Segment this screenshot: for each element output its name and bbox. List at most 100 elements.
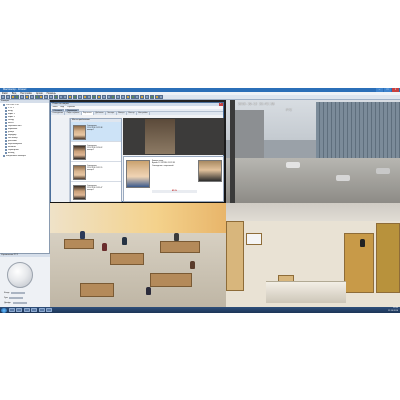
server-icon: [3, 155, 6, 157]
toolbar-tool-icon[interactable]: [68, 95, 73, 99]
toolbar-tool-icon[interactable]: [149, 95, 154, 99]
toolbar-tool-icon[interactable]: [20, 95, 25, 99]
camera-view-street[interactable]: 2016-10-12 23:45:38 PTZ: [226, 100, 400, 203]
toolbar-tool-icon[interactable]: [130, 95, 135, 99]
toolbar-tool-icon[interactable]: [5, 95, 10, 99]
match-score: 85 %: [152, 190, 197, 193]
toolbar-tool-icon[interactable]: [53, 95, 58, 99]
toolbar-tool-icon[interactable]: [96, 95, 101, 99]
match-list-item[interactable]: Совпадение 12.10.2016 11:22:38 камера 1: [71, 122, 121, 142]
close-button[interactable]: ×: [392, 88, 399, 92]
camera-icon: [5, 116, 8, 118]
scene-car: [336, 175, 350, 181]
camera-icon: [5, 143, 8, 145]
toolbar-tool-icon[interactable]: [72, 95, 77, 99]
taskbar-app-icon[interactable]: [16, 307, 22, 313]
reference-face-image: [198, 160, 222, 182]
toolbar-tool-icon[interactable]: [15, 95, 20, 99]
face-tab[interactable]: Добавить: [94, 111, 106, 115]
toolbar-tool-icon[interactable]: [82, 95, 87, 99]
toolbar-tool-icon[interactable]: [48, 95, 53, 99]
camera-view-office[interactable]: [50, 203, 226, 307]
taskbar-app-icon[interactable]: [23, 307, 30, 313]
ptz-focus-row[interactable]: Фокус: [4, 292, 26, 294]
scene-shelf: [376, 223, 400, 293]
preview-scene: [145, 119, 175, 154]
camera-icon: [5, 128, 8, 130]
camera-icon: [5, 110, 8, 112]
tree-item[interactable]: Избранные камеры: [2, 155, 49, 158]
toolbar-tool-icon[interactable]: [135, 95, 140, 99]
ptz-iris-label: Диафр.: [4, 302, 12, 304]
taskbar-app-icon[interactable]: [46, 307, 52, 313]
match-list: Места пребывания Совпадение 12.10.2016 11…: [70, 118, 122, 202]
match-meta: Совпадение 12.10.2016 11:22:38 камера 1: [87, 125, 121, 132]
ptz-zoom-row[interactable]: Зум: [4, 297, 24, 299]
refresh-button[interactable]: Обновить: [51, 108, 65, 112]
toolbar-tool-icon[interactable]: [144, 95, 149, 99]
toolbar-tool-icon[interactable]: [29, 95, 34, 99]
params-button[interactable]: Параметры: [65, 108, 80, 112]
match-list-item[interactable]: Совпадение 12.10.2016 11:35:47 камера 1: [71, 182, 121, 202]
scene-pole: [230, 100, 235, 203]
start-button[interactable]: [1, 307, 7, 313]
face-tab[interactable]: Экспорт: [106, 111, 117, 115]
face-window-close-button[interactable]: ×: [218, 103, 223, 106]
match-cam: камера 3: [87, 169, 95, 172]
face-tab[interactable]: Импорт: [117, 111, 127, 115]
maximize-button[interactable]: □: [384, 88, 391, 92]
face-tab[interactable]: Совпадения: [51, 111, 66, 115]
toolbar-tool-icon[interactable]: [44, 95, 49, 99]
match-detail-text: Камера: вход Время: 12.10.2016 11:22:38 …: [152, 160, 197, 167]
camera-timestamp: 2016-10-12 23:45:38: [238, 102, 275, 106]
face-camera-preview: [123, 118, 224, 155]
toolbar-tool-icon[interactable]: [92, 95, 97, 99]
ptz-focus-slider[interactable]: [11, 292, 26, 294]
scene-wall: [50, 203, 226, 235]
camera-icon: [5, 107, 8, 109]
match-list-item[interactable]: Совпадение 12.10.2016 11:31:15 камера 3: [71, 162, 121, 182]
face-thumbnail: [72, 184, 86, 200]
toolbar-tool-icon[interactable]: [34, 95, 39, 99]
toolbar-tool-icon[interactable]: [125, 95, 130, 99]
system-tray-clock[interactable]: 23:45 12.10.2016: [388, 307, 398, 313]
toolbar-tool-icon[interactable]: [120, 95, 125, 99]
ptz-zoom-slider[interactable]: [9, 297, 24, 299]
face-window-left-column: [51, 118, 70, 202]
ptz-iris-slider[interactable]: [12, 302, 27, 304]
face-tab[interactable]: Лица в архиве: [65, 111, 82, 115]
match-items: Совпадение 12.10.2016 11:22:38 камера 1 Сов…: [71, 122, 121, 202]
camera-icon: [5, 131, 8, 133]
toolbar-tool-icon[interactable]: [10, 95, 15, 99]
match-list-item[interactable]: Совпадение 12.10.2016 11:24:02 камера 2: [71, 142, 121, 162]
toolbar-tool-icon[interactable]: [1, 95, 5, 99]
toolbar-tool-icon[interactable]: [101, 95, 106, 99]
face-tab[interactable]: Картотека: [81, 111, 95, 115]
face-tab[interactable]: Настройки: [137, 111, 150, 115]
taskbar-app-icon[interactable]: [31, 307, 37, 313]
toolbar-tool-icon[interactable]: [58, 95, 63, 99]
taskbar-app-icon[interactable]: [38, 307, 45, 313]
toolbar-tool-icon[interactable]: [24, 95, 29, 99]
camera-view-shop[interactable]: [226, 203, 400, 307]
ptz-joystick[interactable]: [7, 262, 33, 288]
toolbar-tool-icon[interactable]: [116, 95, 121, 99]
toolbar-tool-icon[interactable]: [77, 95, 82, 99]
server-icon: [3, 104, 6, 106]
toolbar-tool-icon[interactable]: [111, 95, 116, 99]
toolbar-tool-icon[interactable]: [39, 95, 44, 99]
camera-icon: [5, 119, 8, 121]
scene-desk: [110, 253, 144, 265]
taskbar-app-icon[interactable]: [8, 307, 15, 313]
face-tab[interactable]: Фильтр: [127, 111, 137, 115]
toolbar-tool-icon[interactable]: [154, 95, 159, 99]
scene-person: [122, 237, 127, 245]
toolbar-tool-icon[interactable]: [140, 95, 145, 99]
toolbar-tool-icon[interactable]: [63, 95, 68, 99]
toolbar-tool-icon[interactable]: [159, 95, 164, 99]
toolbar-tool-icon[interactable]: [106, 95, 111, 99]
ptz-iris-row[interactable]: Диафр.: [4, 302, 27, 304]
detected-face-image: [126, 160, 150, 188]
minimize-button[interactable]: –: [376, 88, 383, 92]
toolbar-tool-icon[interactable]: [87, 95, 92, 99]
